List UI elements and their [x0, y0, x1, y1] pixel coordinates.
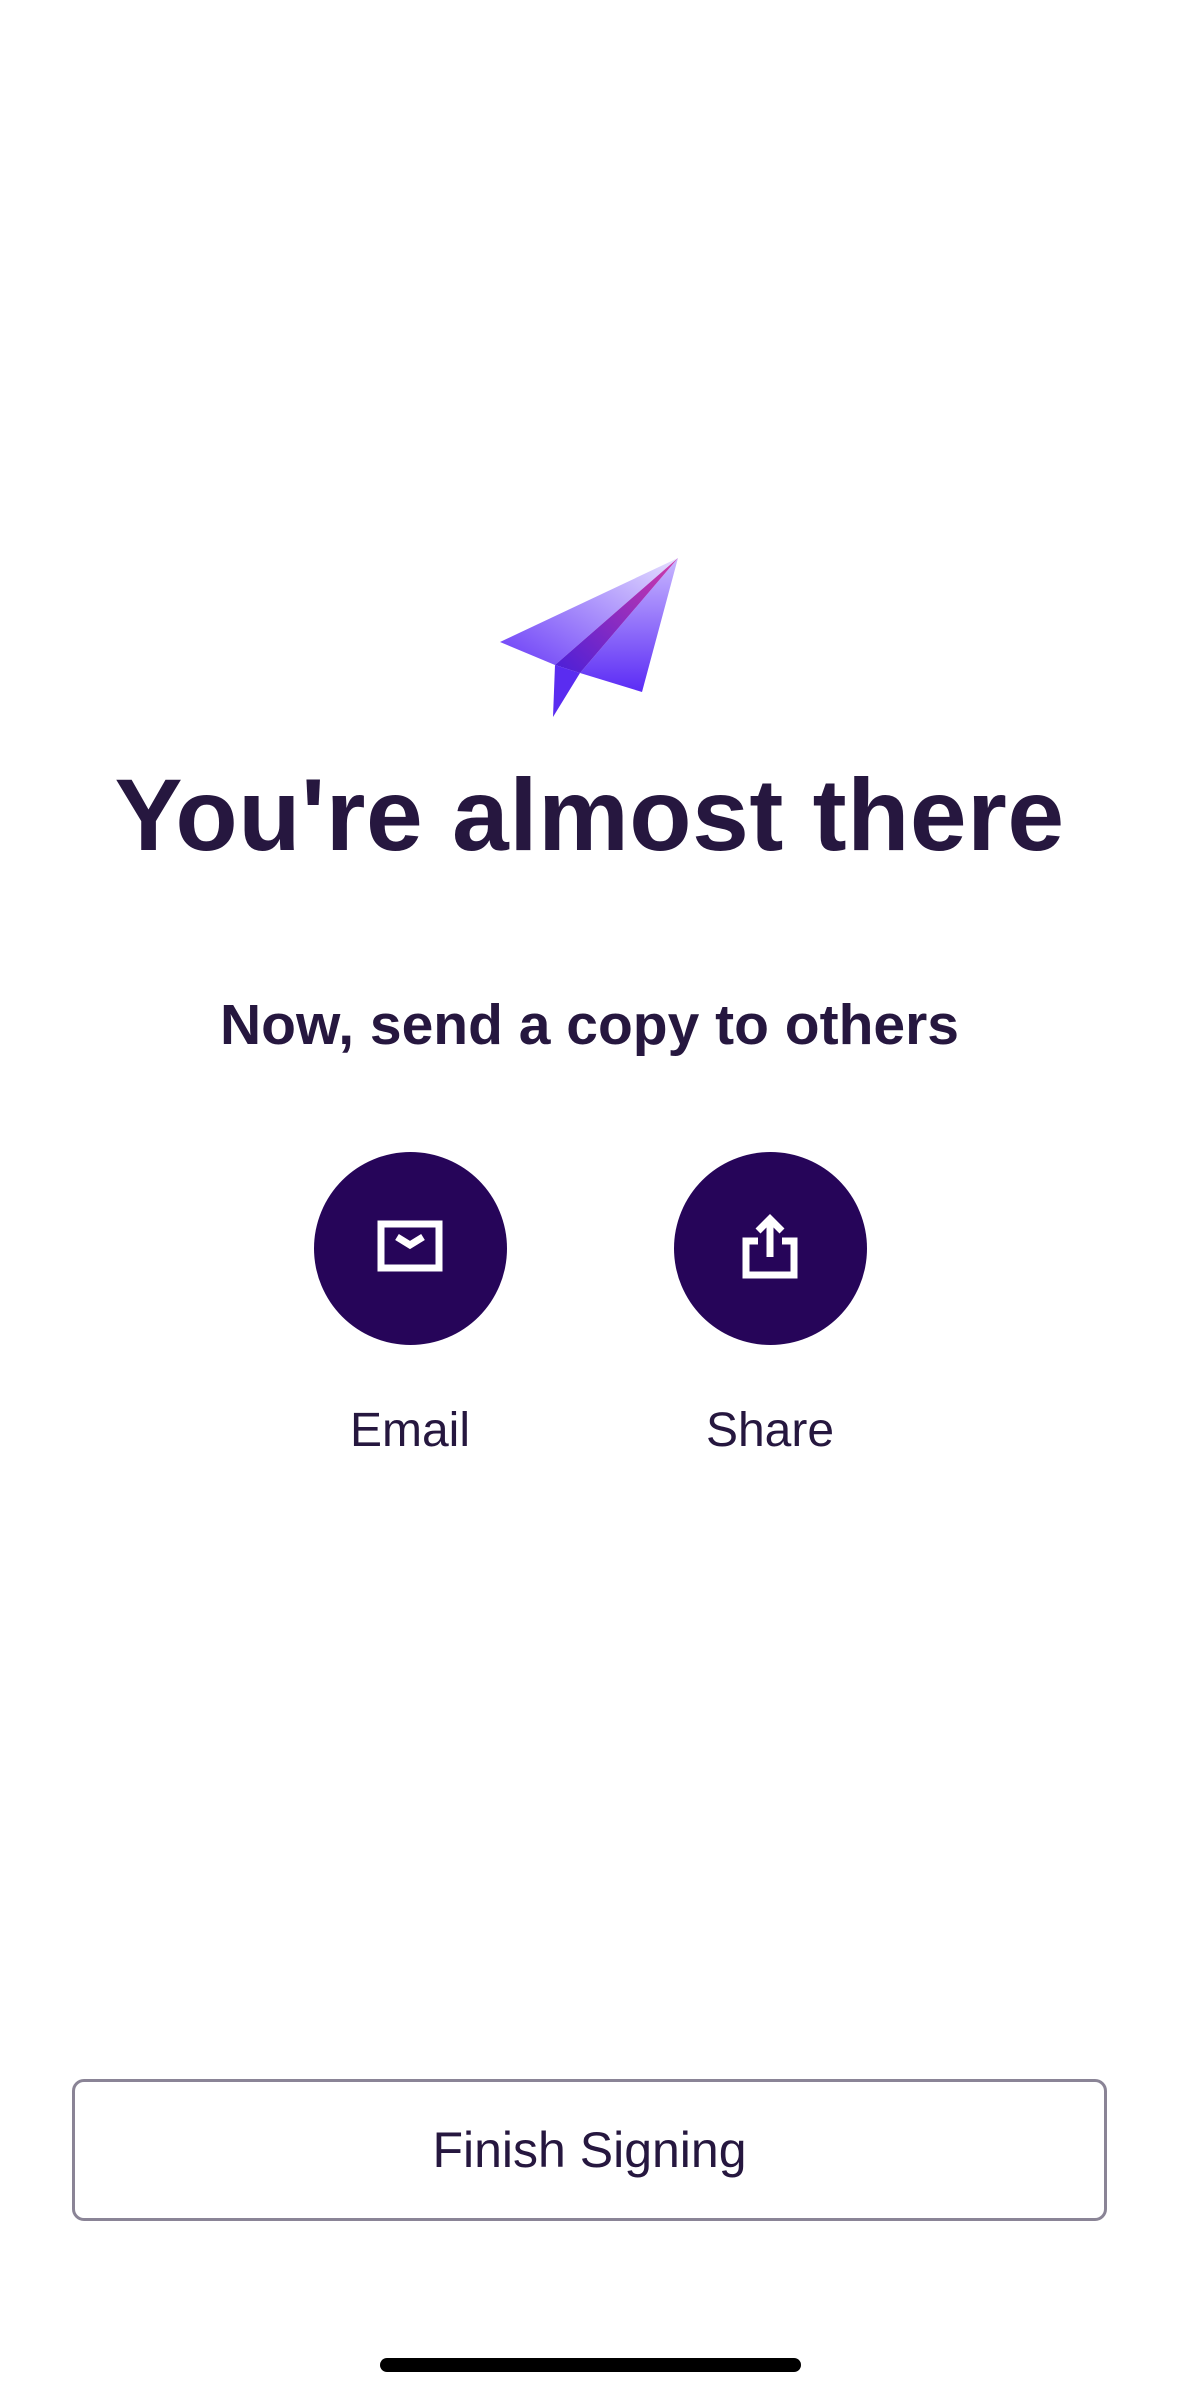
email-action-button[interactable]: Email	[280, 1152, 540, 1459]
paper-plane-icon	[500, 555, 680, 720]
share-action-button[interactable]: Share	[640, 1152, 900, 1459]
envelope-icon	[377, 1220, 443, 1277]
email-action-label: Email	[349, 1404, 471, 1457]
share-action-label: Share	[705, 1404, 835, 1457]
email-action-circle[interactable]	[313, 1152, 507, 1345]
page-title: You're almost there	[114, 758, 1065, 872]
page-subtitle: Now, send a copy to others	[220, 993, 959, 1057]
share-action-circle[interactable]	[673, 1152, 867, 1345]
finish-signing-button[interactable]: Finish Signing	[72, 2079, 1107, 2221]
home-indicator[interactable]	[380, 2358, 801, 2372]
share-icon	[742, 1213, 798, 1284]
